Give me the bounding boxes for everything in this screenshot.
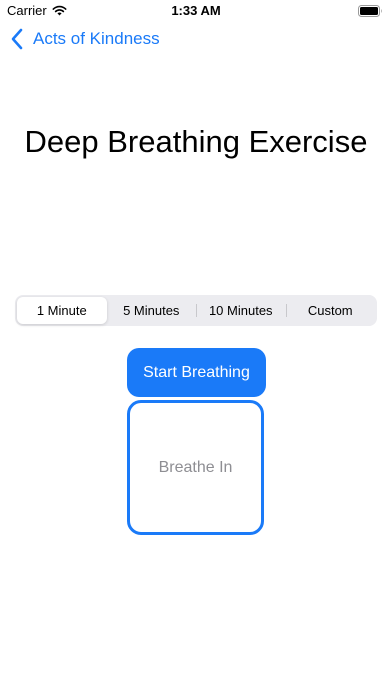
start-breathing-button[interactable]: Start Breathing: [127, 348, 266, 397]
back-button[interactable]: Acts of Kindness: [10, 28, 160, 50]
screen: Carrier 1:33 AM Acts of Kindness Deep Br…: [0, 0, 392, 696]
status-bar: Carrier 1:33 AM: [0, 0, 392, 22]
segment-divider: [285, 304, 287, 317]
breathe-prompt: Breathe In: [158, 458, 233, 476]
segment-custom[interactable]: Custom: [285, 297, 376, 324]
segment-10-minutes[interactable]: 10 Minutes: [196, 297, 286, 324]
duration-segmented-control: 1 Minute 5 Minutes 10 Minutes Custom: [15, 295, 377, 326]
page-title: Deep Breathing Exercise: [24, 124, 368, 159]
back-button-label: Acts of Kindness: [33, 29, 160, 48]
battery-icon: [358, 5, 382, 17]
segment-label: Custom: [307, 303, 353, 318]
segment-1-minute[interactable]: 1 Minute: [17, 297, 107, 324]
segment-label: 5 Minutes: [123, 303, 180, 318]
breathing-indicator: Breathe In: [127, 400, 264, 535]
chevron-left-icon: [11, 28, 23, 50]
status-time: 1:33 AM: [171, 3, 221, 18]
segment-label: 1 Minute: [36, 303, 87, 318]
segment-label: 10 Minutes: [208, 303, 273, 318]
segment-5-minutes[interactable]: 5 Minutes: [107, 297, 197, 324]
segment-divider: [196, 304, 197, 317]
